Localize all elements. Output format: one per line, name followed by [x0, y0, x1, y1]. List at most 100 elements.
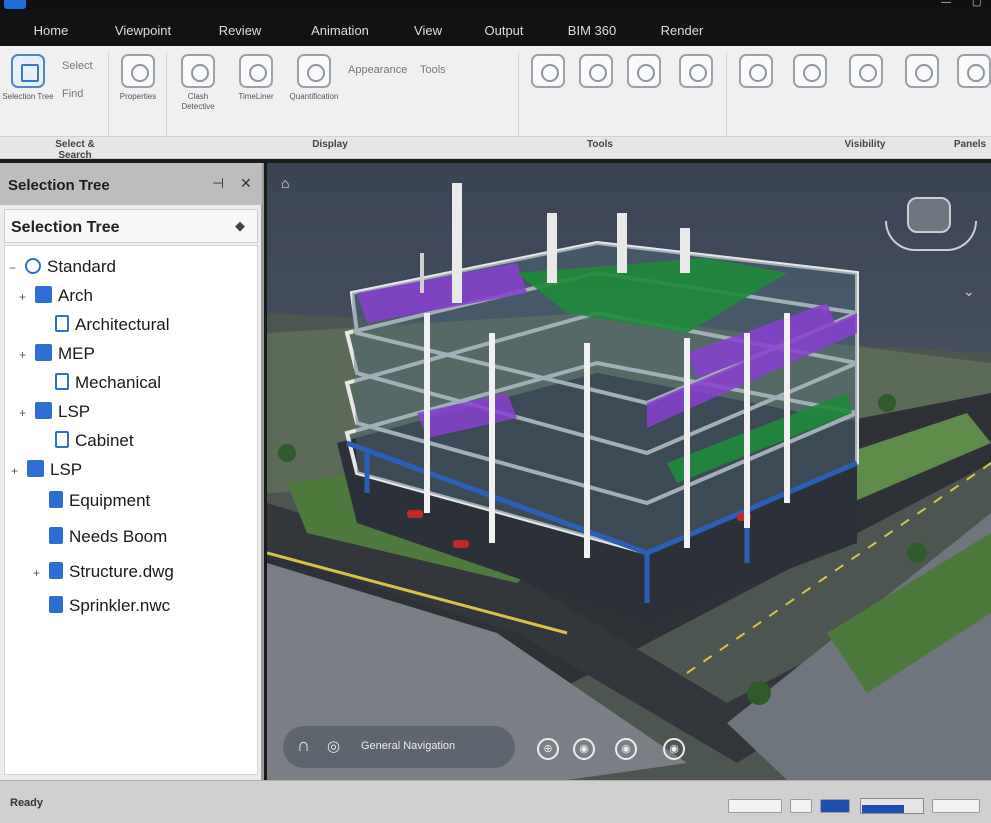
model-render: [267, 163, 991, 780]
tree-item[interactable]: Mechanical: [39, 370, 161, 396]
selection-tree: − Standard + Arch Architectural + MEP Mecha…: [4, 245, 258, 775]
timeliner-icon: [239, 54, 273, 88]
tab-output[interactable]: Output: [466, 18, 542, 46]
selection-tree-panel: Selection Tree ⊣ ✕ Selection Tree ◆ − Sta…: [0, 163, 264, 780]
tab-bim360[interactable]: BIM 360: [552, 18, 632, 46]
tree-item[interactable]: Sprinkler.nwc: [33, 593, 170, 619]
ribbon-tool-button[interactable]: [948, 52, 991, 128]
tree-item[interactable]: − Standard: [9, 254, 116, 280]
select-button[interactable]: Select: [62, 60, 93, 72]
tree-item[interactable]: + Arch: [19, 283, 93, 309]
tree-item[interactable]: Cabinet: [39, 428, 134, 454]
tree-item[interactable]: Architectural: [39, 312, 169, 338]
layer-icon: [35, 286, 52, 303]
ribbon-tool-button[interactable]: [784, 52, 836, 128]
walk-icon[interactable]: ◉: [615, 738, 637, 760]
expand-icon[interactable]: +: [33, 560, 45, 586]
selection-tree-icon: [11, 54, 45, 88]
ribbon-tool-button[interactable]: [896, 52, 948, 128]
tab-animation[interactable]: Animation: [290, 18, 390, 46]
file-icon: [55, 431, 69, 448]
appearance-button[interactable]: Appearance: [348, 64, 407, 76]
navigation-mode-label[interactable]: General Navigation: [361, 740, 455, 752]
clash-detective-button[interactable]: Clash Detective: [172, 52, 224, 128]
tool-icon: [905, 54, 939, 88]
tree-dropdown-label: Selection Tree: [11, 219, 120, 236]
tab-render[interactable]: Render: [642, 18, 722, 46]
tab-viewpoint[interactable]: Viewpoint: [97, 18, 189, 46]
file-icon: [49, 527, 63, 544]
maximize-icon[interactable]: ▢: [972, 0, 981, 8]
3d-viewport[interactable]: ⌂ ⌄ ∩ ◎ General Navigation ⊕ ◉ ◉ ◉: [267, 163, 991, 780]
group-label-select: Select & Search: [55, 139, 95, 161]
navigation-wheel-icon[interactable]: ∩: [297, 735, 310, 756]
app-icon[interactable]: [4, 0, 26, 9]
layer-icon: [35, 344, 52, 361]
file-icon: [49, 491, 63, 508]
viewcube-icon[interactable]: [885, 193, 979, 259]
ribbon-tool-button[interactable]: [840, 52, 892, 128]
tree-item[interactable]: Needs Boom: [33, 524, 167, 550]
ribbon-tool-button[interactable]: [618, 52, 670, 128]
dropdown-arrow-icon[interactable]: ◆: [235, 218, 245, 234]
tree-item[interactable]: + Structure.dwg: [33, 559, 174, 585]
pin-icon[interactable]: ⊣: [212, 175, 224, 192]
quantification-icon: [297, 54, 331, 88]
viewcube-menu-icon[interactable]: ⌄: [963, 283, 975, 300]
orbit-icon[interactable]: ◎: [327, 737, 340, 755]
tab-review[interactable]: Review: [200, 18, 280, 46]
find-button[interactable]: Find: [62, 88, 83, 100]
expand-icon[interactable]: +: [11, 458, 23, 484]
tree-item[interactable]: + LSP: [19, 399, 90, 425]
pan-icon[interactable]: ◉: [663, 738, 685, 760]
tool-icon: [627, 54, 661, 88]
navigation-bar: ∩ ◎ General Navigation: [283, 726, 515, 768]
expand-icon[interactable]: +: [19, 342, 31, 368]
selection-tree-button[interactable]: Selection Tree: [2, 52, 54, 128]
panel-title: Selection Tree: [8, 177, 110, 194]
tool-icon: [849, 54, 883, 88]
tab-home[interactable]: Home: [15, 18, 87, 46]
close-icon[interactable]: ✕: [240, 175, 252, 192]
ribbon-tab-bar: Home Viewpoint Review Animation View Out…: [0, 10, 991, 46]
status-chip[interactable]: [790, 799, 812, 813]
tree-item[interactable]: + MEP: [19, 341, 95, 367]
collapse-icon[interactable]: −: [9, 255, 21, 281]
tree-dropdown[interactable]: Selection Tree ◆: [4, 209, 258, 243]
zoom-icon[interactable]: ⊕: [537, 738, 559, 760]
expand-icon[interactable]: +: [19, 284, 31, 310]
tool-icon: [679, 54, 713, 88]
minimize-icon[interactable]: —: [941, 0, 951, 8]
tool-icon: [531, 54, 565, 88]
viewcube-compass[interactable]: [885, 221, 977, 251]
cube-icon: [25, 258, 41, 274]
tab-view[interactable]: View: [398, 18, 458, 46]
tool-icon: [793, 54, 827, 88]
expand-icon[interactable]: +: [19, 400, 31, 426]
ribbon-tool-button[interactable]: [522, 52, 574, 128]
file-icon: [49, 562, 63, 579]
look-icon[interactable]: ◉: [573, 738, 595, 760]
status-bar: Ready: [0, 780, 991, 823]
home-icon[interactable]: ⌂: [281, 175, 289, 191]
tool-icon: [579, 54, 613, 88]
ribbon-tool-button[interactable]: [670, 52, 722, 128]
layer-icon: [27, 460, 44, 477]
tree-item[interactable]: Equipment: [33, 488, 150, 514]
ribbon-tool-button[interactable]: [570, 52, 622, 128]
status-chip[interactable]: [820, 799, 850, 813]
quantification-button[interactable]: Quantification: [288, 52, 340, 128]
timeliner-button[interactable]: TimeLiner: [230, 52, 282, 128]
properties-button[interactable]: Properties: [112, 52, 164, 128]
status-chip[interactable]: [932, 799, 980, 813]
group-label-display: Display: [312, 139, 348, 150]
ribbon-tool-button[interactable]: [730, 52, 782, 128]
status-text: Ready: [10, 797, 44, 809]
file-icon: [55, 315, 69, 332]
status-chip[interactable]: [728, 799, 782, 813]
layer-icon: [35, 402, 52, 419]
group-label-panels: Panels: [953, 139, 987, 150]
progress-bar: [860, 798, 924, 814]
tools-button[interactable]: Tools: [420, 64, 446, 76]
tree-item[interactable]: + LSP: [11, 457, 82, 483]
